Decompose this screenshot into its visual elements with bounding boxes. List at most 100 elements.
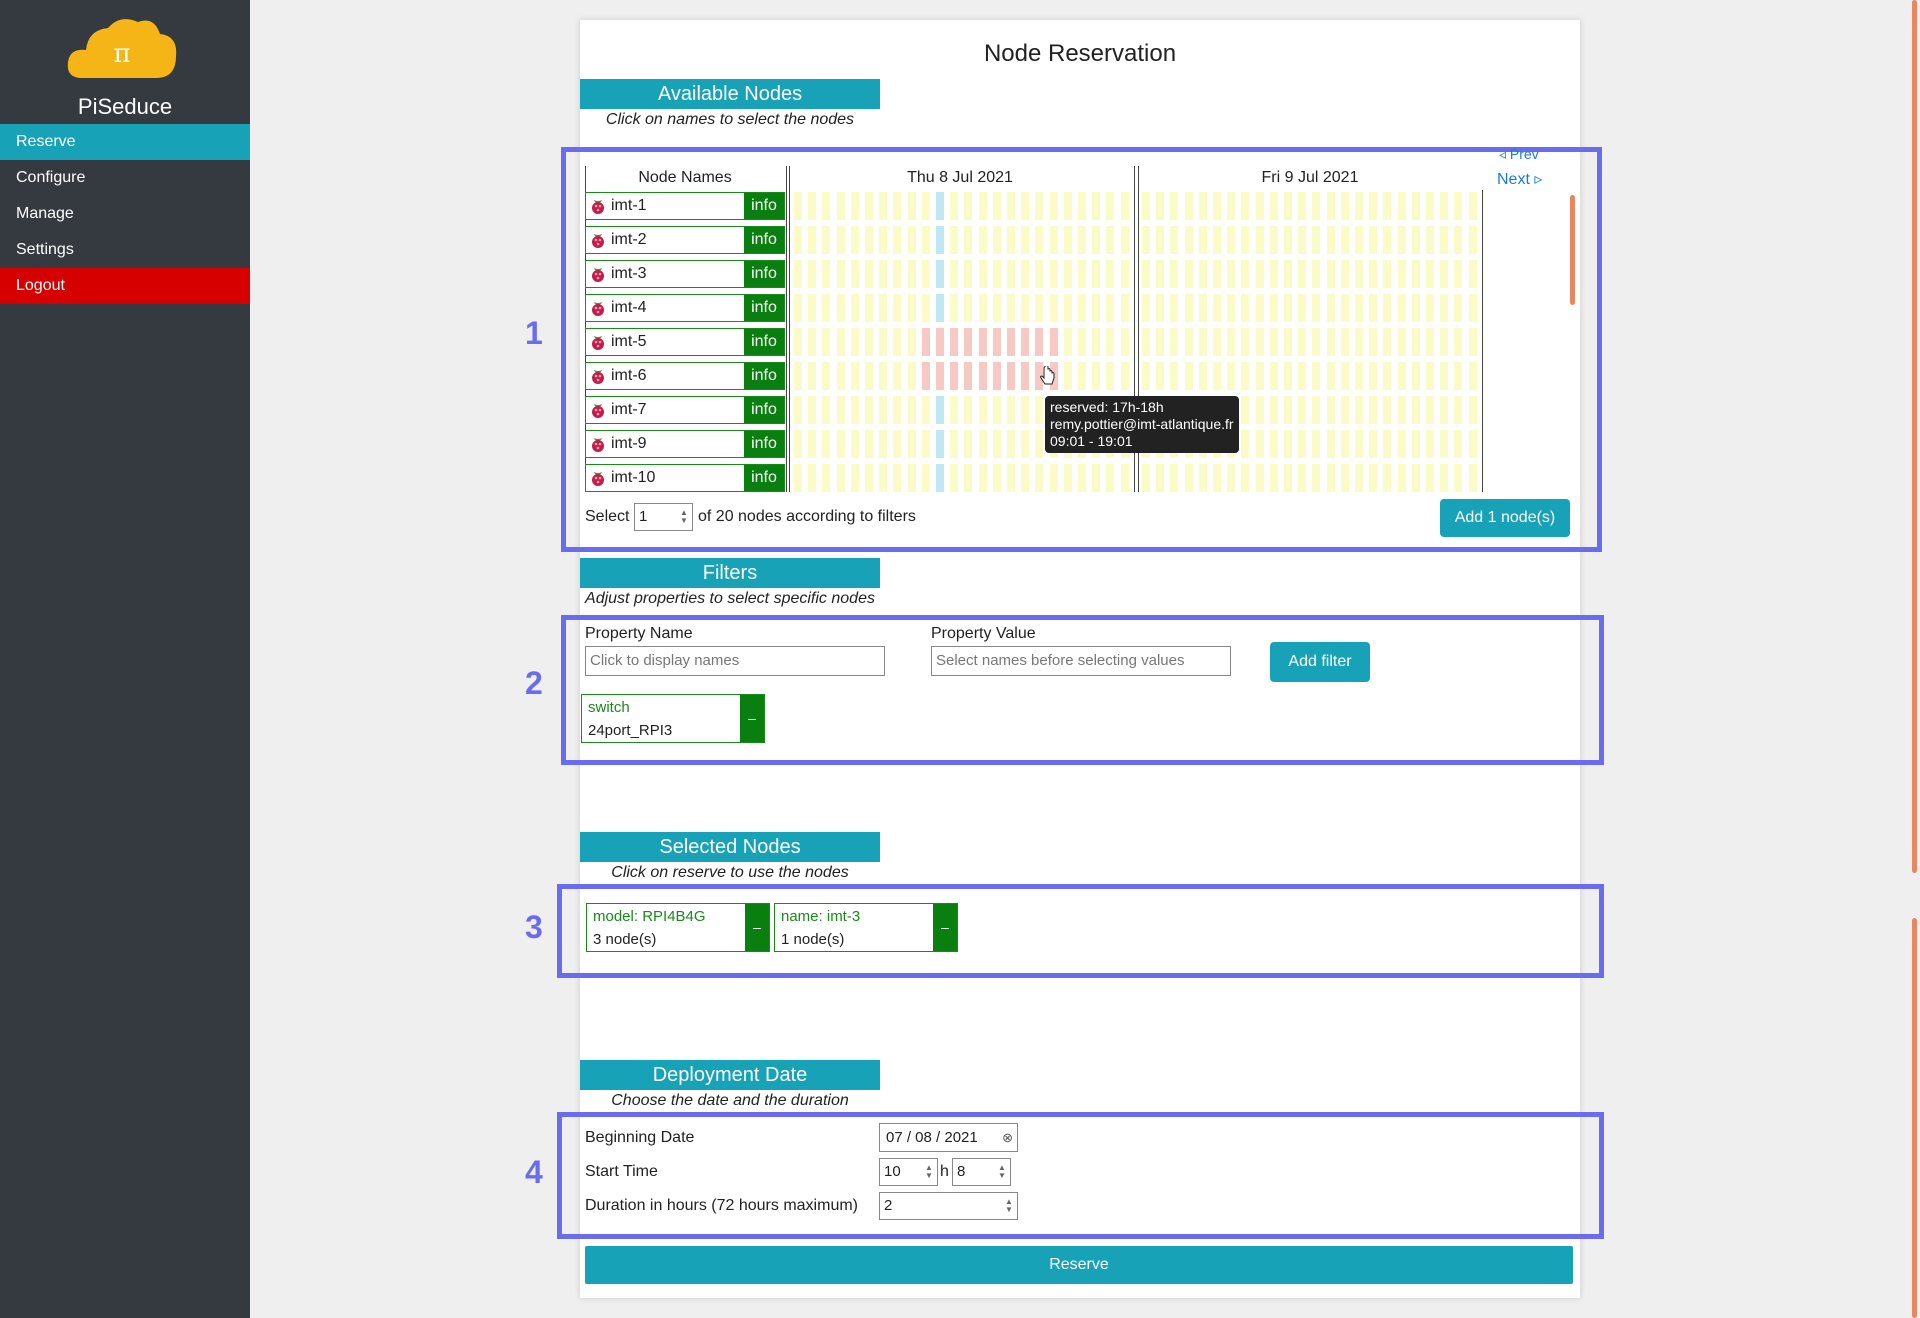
availability-cell[interactable]: [1312, 396, 1321, 424]
availability-cell[interactable]: [1298, 260, 1307, 288]
availability-cell[interactable]: [1440, 464, 1449, 492]
availability-cell[interactable]: [850, 464, 859, 492]
availability-cell[interactable]: [836, 430, 845, 458]
availability-cell[interactable]: [1284, 396, 1292, 424]
availability-cell[interactable]: [1021, 362, 1030, 390]
availability-cell[interactable]: [936, 192, 944, 220]
availability-cell[interactable]: [1369, 430, 1378, 458]
availability-cell[interactable]: [1170, 464, 1179, 492]
availability-cell[interactable]: [907, 192, 916, 220]
availability-cell[interactable]: [808, 328, 817, 356]
availability-cell[interactable]: [1213, 192, 1221, 220]
availability-cell[interactable]: [992, 396, 1001, 424]
availability-cell[interactable]: [950, 192, 959, 220]
availability-cell[interactable]: [893, 362, 902, 390]
availability-cell[interactable]: [1397, 192, 1406, 220]
availability-cell[interactable]: [1170, 260, 1179, 288]
availability-cell[interactable]: [1021, 192, 1030, 220]
node-info-button[interactable]: info: [744, 295, 784, 321]
availability-cell[interactable]: [1298, 192, 1307, 220]
availability-cell[interactable]: [950, 328, 959, 356]
page-scrollbar[interactable]: [1912, 0, 1917, 873]
availability-cell[interactable]: [1092, 192, 1101, 220]
availability-cell[interactable]: [879, 362, 888, 390]
availability-cell[interactable]: [1454, 260, 1463, 288]
availability-cell[interactable]: [921, 192, 930, 220]
availability-cell[interactable]: [1383, 430, 1392, 458]
availability-cell[interactable]: [1142, 260, 1150, 288]
availability-cell[interactable]: [1298, 362, 1307, 390]
availability-cell[interactable]: [1355, 430, 1363, 458]
availability-cell[interactable]: [1468, 294, 1477, 322]
availability-cell[interactable]: [1411, 260, 1420, 288]
availability-cell[interactable]: [836, 328, 845, 356]
availability-cell[interactable]: [1298, 328, 1307, 356]
availability-cell[interactable]: [1035, 226, 1044, 254]
availability-cell[interactable]: [1007, 430, 1015, 458]
availability-cell[interactable]: [978, 464, 987, 492]
grid-scrollbar[interactable]: [1570, 195, 1575, 305]
availability-cell[interactable]: [964, 192, 973, 220]
availability-cell[interactable]: [1383, 192, 1392, 220]
availability-cell[interactable]: [1369, 328, 1378, 356]
availability-cell[interactable]: [1049, 464, 1058, 492]
availability-cell[interactable]: [1049, 226, 1058, 254]
availability-cell[interactable]: [1241, 192, 1250, 220]
availability-cell[interactable]: [1092, 260, 1101, 288]
availability-cell[interactable]: [1269, 294, 1278, 322]
availability-cell[interactable]: [936, 294, 944, 322]
availability-cell[interactable]: [1227, 294, 1236, 322]
availability-cell[interactable]: [1269, 430, 1278, 458]
availability-cell[interactable]: [1369, 294, 1378, 322]
availability-cell[interactable]: [1213, 328, 1221, 356]
node-count-input[interactable]: 1 ▲ ▼: [634, 503, 693, 531]
node-row[interactable]: imt-1 info: [585, 192, 785, 220]
prev-link[interactable]: ◃ Prev: [1499, 146, 1539, 163]
availability-cell[interactable]: [921, 328, 930, 356]
availability-cell[interactable]: [1021, 260, 1030, 288]
availability-cell[interactable]: [1383, 396, 1392, 424]
availability-cell[interactable]: [1284, 362, 1292, 390]
availability-cell[interactable]: [1312, 362, 1321, 390]
availability-cell[interactable]: [1078, 328, 1086, 356]
availability-cell[interactable]: [1369, 260, 1378, 288]
availability-cell[interactable]: [1035, 260, 1044, 288]
availability-cell[interactable]: [1198, 294, 1207, 322]
availability-cell[interactable]: [907, 430, 916, 458]
availability-cell[interactable]: [808, 192, 817, 220]
availability-cell[interactable]: [1092, 294, 1101, 322]
availability-cell[interactable]: [865, 328, 873, 356]
availability-cell[interactable]: [893, 192, 902, 220]
sidebar-item-manage[interactable]: Manage: [0, 196, 250, 232]
availability-cell[interactable]: [1454, 328, 1463, 356]
availability-cell[interactable]: [978, 362, 987, 390]
availability-cell[interactable]: [865, 430, 873, 458]
availability-cell[interactable]: [1326, 430, 1335, 458]
availability-cell[interactable]: [1049, 328, 1058, 356]
availability-cell[interactable]: [978, 260, 987, 288]
availability-cell[interactable]: [879, 430, 888, 458]
availability-cell[interactable]: [1170, 226, 1179, 254]
availability-cell[interactable]: [1007, 226, 1015, 254]
availability-cell[interactable]: [992, 260, 1001, 288]
availability-cell[interactable]: [850, 192, 859, 220]
availability-cell[interactable]: [992, 430, 1001, 458]
availability-cell[interactable]: [964, 260, 973, 288]
availability-cell[interactable]: [808, 464, 817, 492]
availability-cell[interactable]: [794, 294, 802, 322]
availability-cell[interactable]: [850, 328, 859, 356]
availability-cell[interactable]: [1255, 362, 1264, 390]
availability-cell[interactable]: [1142, 328, 1150, 356]
availability-cell[interactable]: [1021, 328, 1030, 356]
availability-cell[interactable]: [964, 226, 973, 254]
availability-cell[interactable]: [1426, 396, 1434, 424]
remove-selected-button[interactable]: –: [933, 904, 957, 951]
availability-cell[interactable]: [1369, 362, 1378, 390]
availability-cell[interactable]: [992, 328, 1001, 356]
availability-cell[interactable]: [1312, 260, 1321, 288]
availability-cell[interactable]: [808, 294, 817, 322]
availability-cell[interactable]: [1284, 430, 1292, 458]
availability-cell[interactable]: [950, 226, 959, 254]
node-info-button[interactable]: info: [744, 465, 784, 491]
availability-cell[interactable]: [936, 396, 944, 424]
